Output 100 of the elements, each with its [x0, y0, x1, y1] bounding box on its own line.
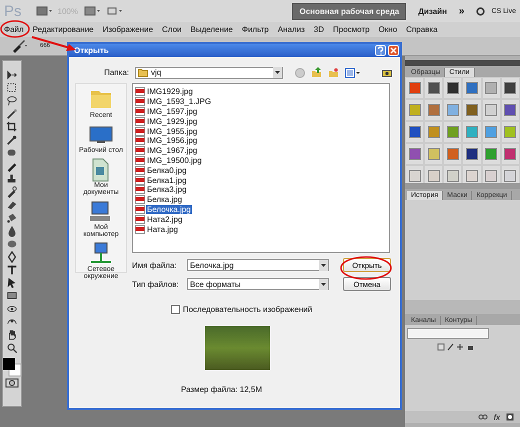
menu-item[interactable]: Окно	[378, 25, 398, 34]
crop-icon[interactable]	[6, 121, 18, 133]
lasso-icon[interactable]	[6, 95, 18, 107]
menu-item[interactable]: Слои	[162, 25, 182, 34]
file-item[interactable]: IMG_1929.jpg	[146, 116, 198, 126]
arrange-icon[interactable]	[106, 6, 122, 16]
style-swatch[interactable]	[485, 104, 498, 116]
file-name-field[interactable]: Белочка.jpg	[187, 259, 329, 271]
file-item[interactable]: Ната.jpg	[146, 224, 179, 234]
file-item[interactable]: IMG_19500.jpg	[146, 156, 203, 165]
file-item[interactable]: IMG_1593_1.JPG	[146, 97, 212, 106]
folder-dropdown[interactable]: vjq	[135, 66, 283, 78]
style-swatch[interactable]	[485, 126, 498, 138]
screen-mode-icon[interactable]	[36, 6, 52, 16]
wand-icon[interactable]	[6, 108, 18, 120]
mask-icon[interactable]	[506, 413, 514, 421]
style-swatch[interactable]	[466, 82, 478, 94]
view-menu-icon[interactable]	[345, 68, 360, 78]
type-tool-icon[interactable]	[6, 264, 18, 276]
up-folder-icon[interactable]	[311, 67, 322, 78]
color-swatches-icon[interactable]	[2, 355, 22, 377]
style-swatch[interactable]	[504, 126, 516, 138]
style-swatch[interactable]	[446, 148, 459, 160]
style-swatch[interactable]	[466, 170, 478, 182]
file-item[interactable]: Белка.jpg	[146, 195, 184, 204]
eraser-icon[interactable]	[6, 199, 18, 211]
style-swatch[interactable]	[408, 82, 421, 94]
style-swatch[interactable]	[446, 170, 459, 182]
eyedropper-icon[interactable]	[6, 134, 18, 146]
style-swatch[interactable]	[446, 126, 459, 138]
style-swatch[interactable]	[446, 104, 459, 116]
layout-icon[interactable]	[84, 6, 100, 16]
style-swatch[interactable]	[408, 170, 421, 182]
blur-icon[interactable]	[6, 225, 18, 237]
file-item[interactable]: Белка3.jpg	[146, 185, 188, 194]
file-item[interactable]: Ната2.jpg	[146, 214, 184, 224]
style-swatch[interactable]	[428, 148, 440, 160]
help-icon[interactable]	[375, 45, 386, 56]
style-swatch[interactable]	[466, 126, 478, 138]
style-swatch[interactable]	[466, 148, 478, 160]
style-swatch[interactable]	[428, 170, 440, 182]
style-swatch[interactable]	[485, 170, 498, 182]
style-swatch[interactable]	[504, 170, 516, 182]
history-brush-icon[interactable]	[6, 186, 18, 198]
cs-live-icon[interactable]	[476, 6, 486, 16]
file-size-text: Размер файла: 12,5M	[181, 385, 264, 394]
menu-item[interactable]: Анализ	[278, 25, 305, 34]
marquee-icon[interactable]	[6, 82, 18, 94]
quick-mask-icon[interactable]	[5, 378, 19, 388]
style-swatch[interactable]	[446, 82, 459, 94]
file-item[interactable]: IMG_1956.jpg	[146, 136, 198, 146]
menu-item[interactable]: Фильтр	[242, 25, 269, 34]
style-swatch[interactable]	[408, 104, 421, 116]
style-swatch[interactable]	[485, 82, 498, 94]
checkbox[interactable]	[170, 305, 180, 314]
pen-icon[interactable]	[6, 251, 18, 263]
new-folder-icon[interactable]	[328, 68, 339, 78]
menu-item[interactable]: Справка	[406, 25, 438, 34]
file-item[interactable]: IMG_1597.jpg	[146, 106, 198, 116]
rectangle-icon[interactable]	[6, 290, 18, 302]
folder-name: vjq	[151, 68, 162, 77]
close-icon[interactable]	[388, 45, 399, 56]
link-icon[interactable]	[478, 414, 488, 420]
menu-item[interactable]: 3D	[314, 25, 324, 34]
style-swatch[interactable]	[428, 126, 440, 138]
camera-icon[interactable]	[382, 68, 392, 76]
hand-icon[interactable]	[6, 329, 18, 341]
file-item[interactable]: Белочка.jpg	[146, 204, 192, 214]
file-item[interactable]: IMG_1967.jpg	[146, 146, 198, 156]
move-icon[interactable]	[6, 69, 18, 81]
style-swatch[interactable]	[408, 148, 421, 160]
menu-item[interactable]: Файл	[4, 25, 24, 34]
zoom-icon[interactable]	[6, 342, 18, 354]
file-item[interactable]: IMG_1955.jpg	[146, 126, 198, 136]
menu-item[interactable]: Просмотр	[333, 25, 370, 34]
style-swatch[interactable]	[504, 104, 516, 116]
path-selection-icon[interactable]	[6, 277, 18, 289]
field-label: Тип файлов:	[132, 280, 180, 288]
file-item[interactable]: Белка1.jpg	[146, 176, 188, 185]
menu-item[interactable]: Редактирование	[32, 25, 94, 34]
menu-item[interactable]: Изображение	[102, 25, 154, 34]
style-swatch[interactable]	[428, 82, 440, 94]
arrow-annotation	[32, 36, 76, 51]
menu-item[interactable]: Выделение	[190, 25, 233, 34]
style-swatch[interactable]	[428, 104, 440, 116]
file-type-dropdown[interactable]: Все форматы	[187, 278, 329, 290]
style-swatch[interactable]	[485, 148, 498, 160]
file-item[interactable]: IMG1929.jpg	[146, 87, 194, 96]
more-button[interactable]: »	[458, 6, 464, 16]
stamp-icon[interactable]	[6, 173, 18, 185]
style-swatch[interactable]	[504, 148, 516, 160]
workspace-link[interactable]: Дизайн	[418, 6, 447, 16]
file-item[interactable]: Белка0.jpg	[146, 166, 188, 175]
style-swatch[interactable]	[504, 82, 516, 94]
style-swatch[interactable]	[408, 126, 421, 138]
app-logo: Ps	[4, 2, 22, 20]
style-swatch[interactable]	[466, 104, 478, 116]
fx-button[interactable]: fx	[494, 412, 500, 422]
blend-mode-field[interactable]	[407, 328, 489, 339]
workspace-button[interactable]: Основная рабочая среда	[292, 2, 406, 20]
